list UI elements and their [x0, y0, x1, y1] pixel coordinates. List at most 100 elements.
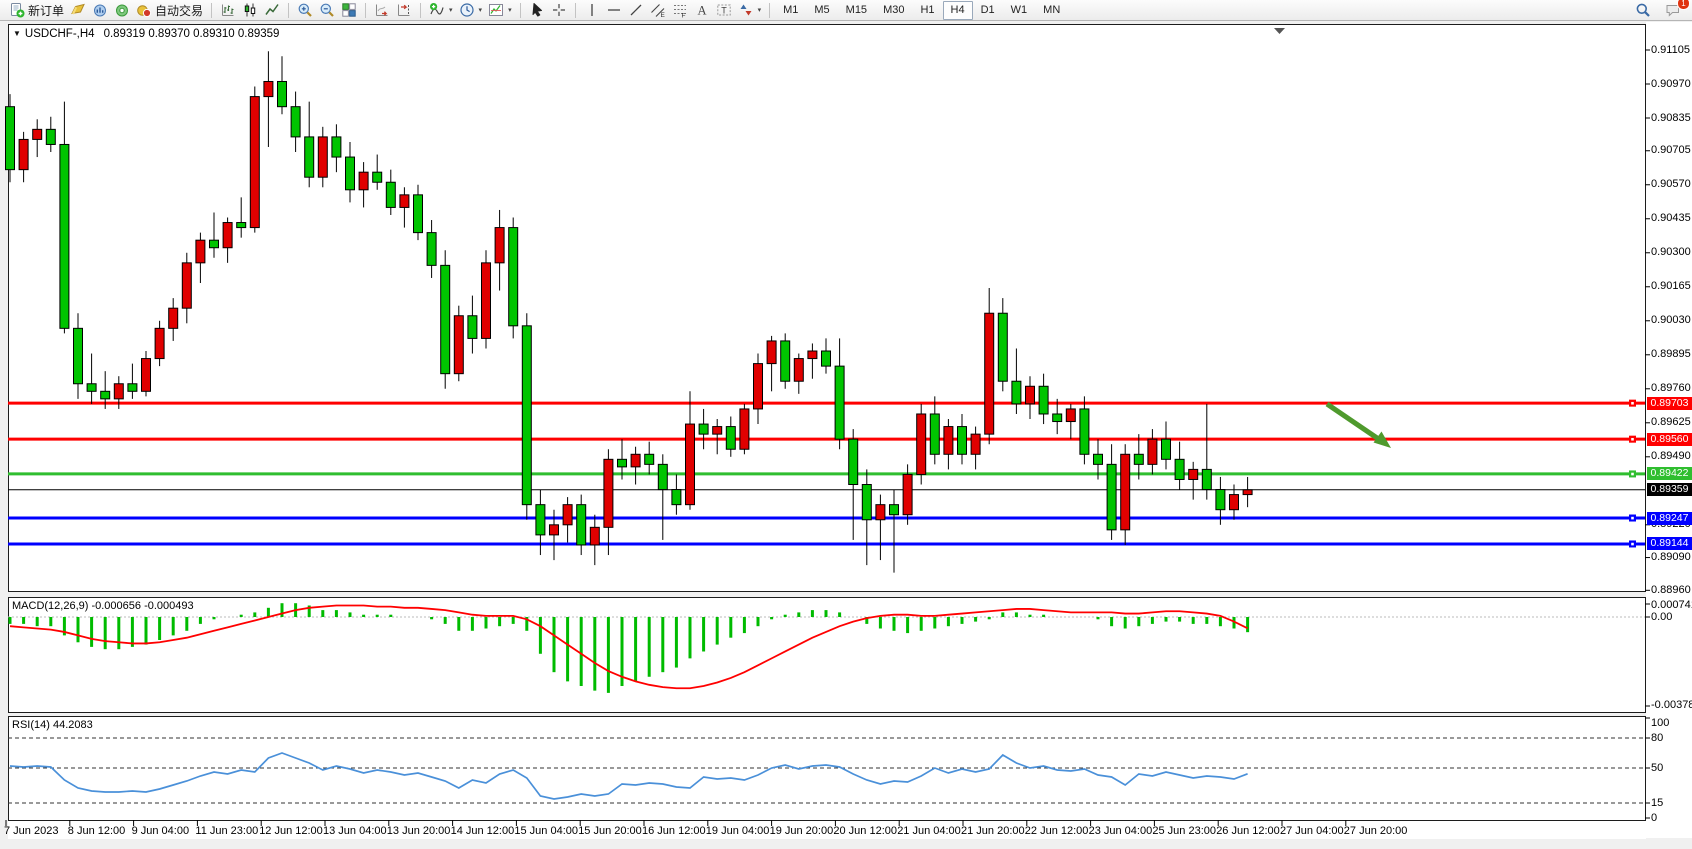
price-tick-label: 0.90570	[1651, 178, 1691, 190]
timeframe-d1-button[interactable]: D1	[973, 1, 1003, 20]
timeframe-w1-button[interactable]: W1	[1003, 1, 1036, 20]
tile-windows-button[interactable]	[338, 1, 360, 20]
new-order-button[interactable]: 新订单	[6, 1, 67, 20]
macd-tick-label: -0.003781	[1651, 699, 1692, 711]
equidistant-channel-button[interactable]: E	[647, 1, 669, 20]
cursor-icon	[529, 2, 545, 18]
timeframe-m30-button[interactable]: M30	[875, 1, 912, 20]
channel-icon: E	[650, 2, 666, 18]
rsi-tick-label: 15	[1651, 797, 1663, 809]
timeframe-h4-button[interactable]: H4	[943, 1, 973, 20]
indicators-button[interactable]: ▾	[426, 1, 456, 20]
chevron-down-icon: ▾	[449, 6, 453, 14]
label-icon: T	[716, 2, 732, 18]
profiles-button[interactable]	[67, 1, 89, 20]
cursor-button[interactable]	[526, 1, 548, 20]
candle-chart-button[interactable]	[239, 1, 261, 20]
chart-shift-icon	[396, 2, 412, 18]
arrows-button[interactable]: ▾	[735, 1, 765, 20]
macd-pane[interactable]	[8, 597, 1646, 713]
hline-icon	[606, 2, 622, 18]
tile-windows-icon	[341, 2, 357, 18]
rsi-label: RSI(14) 44.2083	[12, 719, 93, 731]
date-tick-label: 7 Jun 2023	[4, 825, 58, 837]
toolbar-separator	[288, 3, 289, 18]
candle-chart-icon	[242, 2, 258, 18]
crosshair-button[interactable]	[548, 1, 570, 20]
trendline-button[interactable]	[625, 1, 647, 20]
chart-shift-button[interactable]	[393, 1, 415, 20]
chart-ohlc-quote: 0.89319 0.89370 0.89310 0.89359	[104, 28, 280, 40]
autotrade-icon	[136, 2, 152, 18]
market-watch-button[interactable]	[111, 1, 133, 20]
autotrade-button-label: 自动交易	[155, 2, 203, 19]
search-icon	[1635, 2, 1651, 18]
date-tick-label: 13 Jun 20:00	[387, 825, 451, 837]
arrows-icon	[738, 2, 754, 18]
timeframe-m1-button[interactable]: M1	[775, 1, 806, 20]
vertical-line-button[interactable]	[581, 1, 603, 20]
fibonacci-button[interactable]: F	[669, 1, 691, 20]
charts-icon	[92, 2, 108, 18]
toolbar-separator	[211, 3, 212, 18]
svg-text:E: E	[660, 12, 665, 18]
price-chart-pane[interactable]	[8, 24, 1646, 592]
zoom-in-icon	[297, 2, 313, 18]
horizontal-line-button[interactable]	[603, 1, 625, 20]
toolbar-right-group: 1	[1632, 1, 1692, 20]
toolbar-separator	[365, 3, 366, 18]
auto-scroll-button[interactable]	[371, 1, 393, 20]
notifications-button[interactable]: 1	[1662, 1, 1684, 20]
chevron-down-icon: ▾	[508, 6, 512, 14]
macd-label: MACD(12,26,9) -0.000656 -0.000493	[12, 600, 194, 612]
rsi-tick-label: 80	[1651, 732, 1663, 744]
new-order-button-label: 新订单	[28, 2, 64, 19]
price-tick-label: 0.88960	[1651, 584, 1691, 596]
date-tick-label: 21 Jun 04:00	[897, 825, 961, 837]
templates-button[interactable]: ▾	[485, 1, 515, 20]
date-tick-label: 26 Jun 12:00	[1216, 825, 1280, 837]
rsi-tick-label: 100	[1651, 717, 1669, 729]
rsi-pane[interactable]	[8, 716, 1646, 821]
date-tick-label: 15 Jun 04:00	[514, 825, 578, 837]
price-tick-label: 0.89490	[1651, 450, 1691, 462]
price-tick-label: 0.89090	[1651, 551, 1691, 563]
line-chart-icon	[264, 2, 280, 18]
text-label-button[interactable]: T	[713, 1, 735, 20]
zoom-out-button[interactable]	[316, 1, 338, 20]
autotrade-button[interactable]: 自动交易	[133, 1, 206, 20]
price-level-tag: 0.89422	[1647, 467, 1692, 480]
timeframe-mn-button[interactable]: MN	[1035, 1, 1068, 20]
crosshair-icon	[551, 2, 567, 18]
auto-scroll-icon	[374, 2, 390, 18]
timeframe-m15-button[interactable]: M15	[838, 1, 875, 20]
toolbar-separator	[420, 3, 421, 18]
line-chart-button[interactable]	[261, 1, 283, 20]
date-tick-label: 19 Jun 20:00	[770, 825, 834, 837]
date-tick-label: 16 Jun 12:00	[642, 825, 706, 837]
periods-button[interactable]: ▾	[456, 1, 486, 20]
price-tick-label: 0.90030	[1651, 314, 1691, 326]
search-button[interactable]	[1632, 1, 1654, 20]
fibonacci-icon: F	[672, 2, 688, 18]
date-tick-label: 21 Jun 20:00	[961, 825, 1025, 837]
bar-chart-button[interactable]	[217, 1, 239, 20]
charts-window-button[interactable]	[89, 1, 111, 20]
chart-menu-caret-icon[interactable]: ▼	[13, 29, 21, 38]
trendline-icon	[628, 2, 644, 18]
price-level-tag: 0.89247	[1647, 512, 1692, 525]
price-level-tag: 0.89359	[1647, 483, 1692, 496]
price-level-tag: 0.89703	[1647, 397, 1692, 410]
date-tick-label: 14 Jun 12:00	[451, 825, 515, 837]
zoom-in-button[interactable]	[294, 1, 316, 20]
price-tick-label: 0.90835	[1651, 112, 1691, 124]
price-tick-label: 0.90435	[1651, 212, 1691, 224]
radar-icon	[114, 2, 130, 18]
toolbar-separator	[520, 3, 521, 18]
chart-symbol-period: USDCHF-,H4	[25, 28, 95, 40]
timeframe-h1-button[interactable]: H1	[912, 1, 942, 20]
templates-icon	[488, 2, 504, 18]
text-button[interactable]: A	[691, 1, 713, 20]
timeframe-m5-button[interactable]: M5	[806, 1, 837, 20]
chart-title: ▼ USDCHF-,H4 0.89319 0.89370 0.89310 0.893…	[13, 28, 279, 40]
